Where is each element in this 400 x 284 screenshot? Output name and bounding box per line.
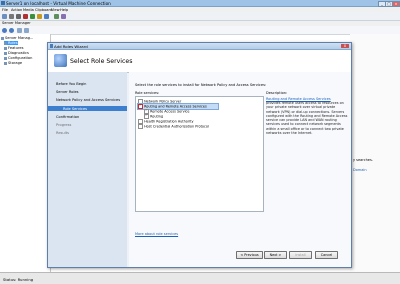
role-service-host-credential-authorization[interactable]: Host Credential Authorization Protocol bbox=[138, 124, 209, 129]
nav-confirmation[interactable]: Confirmation bbox=[56, 115, 79, 119]
install-button: Install bbox=[289, 251, 312, 259]
nav-selection-highlight bbox=[48, 106, 127, 111]
checkbox[interactable]: ✓ bbox=[144, 109, 149, 114]
background-link[interactable]: Domain bbox=[353, 168, 367, 172]
nav-server-roles[interactable]: Server Roles bbox=[56, 90, 79, 94]
role-services-icon bbox=[54, 53, 67, 67]
roles-icon bbox=[4, 41, 7, 45]
description-label: Description: bbox=[266, 91, 288, 95]
page-title: Select Role Services bbox=[70, 57, 133, 65]
forward-icon[interactable] bbox=[9, 27, 14, 33]
role-service-health-registration-authority[interactable]: Health Registration Authority bbox=[138, 119, 194, 124]
vm-window-title: Server1 on localhost - Virtual Machine C… bbox=[6, 0, 111, 6]
instruction-text: Select the role services to install for … bbox=[135, 83, 267, 87]
server-icon bbox=[1, 36, 4, 40]
next-button[interactable]: Next > bbox=[264, 251, 287, 259]
role-service-routing-remote-access[interactable]: ✓ Routing and Remote Access Services bbox=[137, 103, 219, 110]
nav-before-you-begin[interactable]: Before You Begin bbox=[56, 82, 86, 86]
menu-action[interactable]: Action bbox=[11, 8, 22, 12]
save-icon[interactable] bbox=[30, 13, 35, 19]
role-services-list: Network Policy Server ✓ Routing and Remot… bbox=[135, 96, 264, 212]
role-service-routing[interactable]: ✓ Routing bbox=[144, 114, 163, 119]
pause-icon[interactable] bbox=[37, 13, 42, 19]
tree-item-server-manager[interactable]: Server Manag... bbox=[1, 36, 33, 40]
tree-item-configuration[interactable]: Configuration bbox=[4, 56, 32, 60]
snapshot-icon[interactable] bbox=[54, 13, 59, 19]
features-icon bbox=[4, 46, 7, 50]
tree-item-features[interactable]: Features bbox=[4, 46, 23, 50]
previous-button[interactable]: < Previous bbox=[236, 251, 263, 259]
checkbox[interactable] bbox=[138, 124, 143, 129]
checkbox[interactable] bbox=[138, 119, 143, 124]
wizard-content: Select the role services to install for … bbox=[129, 72, 351, 267]
background-details-pane: y searches. Domain bbox=[350, 34, 400, 272]
more-about-role-services-link[interactable]: More about role services bbox=[135, 232, 178, 236]
wizard-close-button[interactable]: X bbox=[341, 43, 349, 49]
cancel-button[interactable]: Cancel bbox=[315, 251, 338, 259]
wizard-header: Select Role Services bbox=[48, 49, 351, 73]
start-icon[interactable] bbox=[9, 13, 14, 19]
nav-network-policy[interactable]: Network Policy and Access Services bbox=[56, 98, 120, 102]
tree-item-storage[interactable]: Storage bbox=[4, 61, 22, 65]
configuration-icon bbox=[4, 56, 7, 60]
status-bar: Status: Running bbox=[0, 272, 400, 284]
wizard-steps-nav: Before You Begin Server Roles Network Po… bbox=[48, 72, 127, 267]
checkbox[interactable] bbox=[138, 99, 143, 104]
show-hide-tree-icon[interactable] bbox=[24, 27, 29, 33]
vm-toolbar bbox=[0, 12, 400, 21]
nav-role-services[interactable]: Role Services bbox=[63, 107, 87, 111]
background-text: y searches. bbox=[353, 158, 373, 162]
description-text: provides remote users access to resource… bbox=[266, 101, 348, 136]
wizard-title: Add Roles Wizard bbox=[54, 43, 88, 49]
vm-app-icon bbox=[1, 1, 5, 5]
storage-icon bbox=[4, 61, 7, 65]
shutdown-icon[interactable] bbox=[23, 13, 28, 19]
role-service-remote-access-service[interactable]: ✓ Remote Access Service bbox=[144, 109, 189, 114]
checkbox[interactable]: ✓ bbox=[144, 114, 149, 119]
server-manager-tree: Server Manag... Roles Features Diagnosti… bbox=[0, 34, 51, 272]
inner-toolbar bbox=[0, 26, 400, 35]
status-text: Status: Running bbox=[3, 276, 34, 282]
reset-icon[interactable] bbox=[44, 13, 49, 19]
vm-title-bar: Server1 on localhost - Virtual Machine C… bbox=[0, 0, 400, 7]
tree-item-diagnostics[interactable]: Diagnostics bbox=[4, 51, 29, 55]
menu-media[interactable]: Media bbox=[23, 8, 34, 12]
menu-view[interactable]: View bbox=[51, 8, 60, 12]
role-service-network-policy-server[interactable]: Network Policy Server bbox=[138, 99, 181, 104]
tree-item-roles[interactable]: Roles bbox=[4, 41, 18, 45]
nav-progress: Progress bbox=[56, 123, 72, 127]
revert-icon[interactable] bbox=[61, 13, 66, 19]
add-roles-wizard-dialog: Add Roles Wizard X Select Role Services … bbox=[47, 42, 352, 268]
checkbox[interactable]: ✓ bbox=[138, 104, 143, 109]
role-services-label: Role services: bbox=[135, 91, 160, 95]
menu-clipboard[interactable]: Clipboard bbox=[35, 8, 52, 12]
inner-window-title: Server Manager bbox=[2, 21, 31, 26]
up-icon[interactable] bbox=[17, 27, 22, 33]
wizard-icon bbox=[49, 44, 53, 48]
menu-file[interactable]: File bbox=[2, 8, 8, 12]
diagnostics-icon bbox=[4, 51, 7, 55]
nav-results: Results bbox=[56, 131, 69, 135]
menu-help[interactable]: Help bbox=[60, 8, 68, 12]
turn-off-icon[interactable] bbox=[16, 13, 21, 19]
back-icon[interactable] bbox=[2, 27, 7, 33]
ctrl-alt-del-icon[interactable] bbox=[2, 13, 7, 19]
